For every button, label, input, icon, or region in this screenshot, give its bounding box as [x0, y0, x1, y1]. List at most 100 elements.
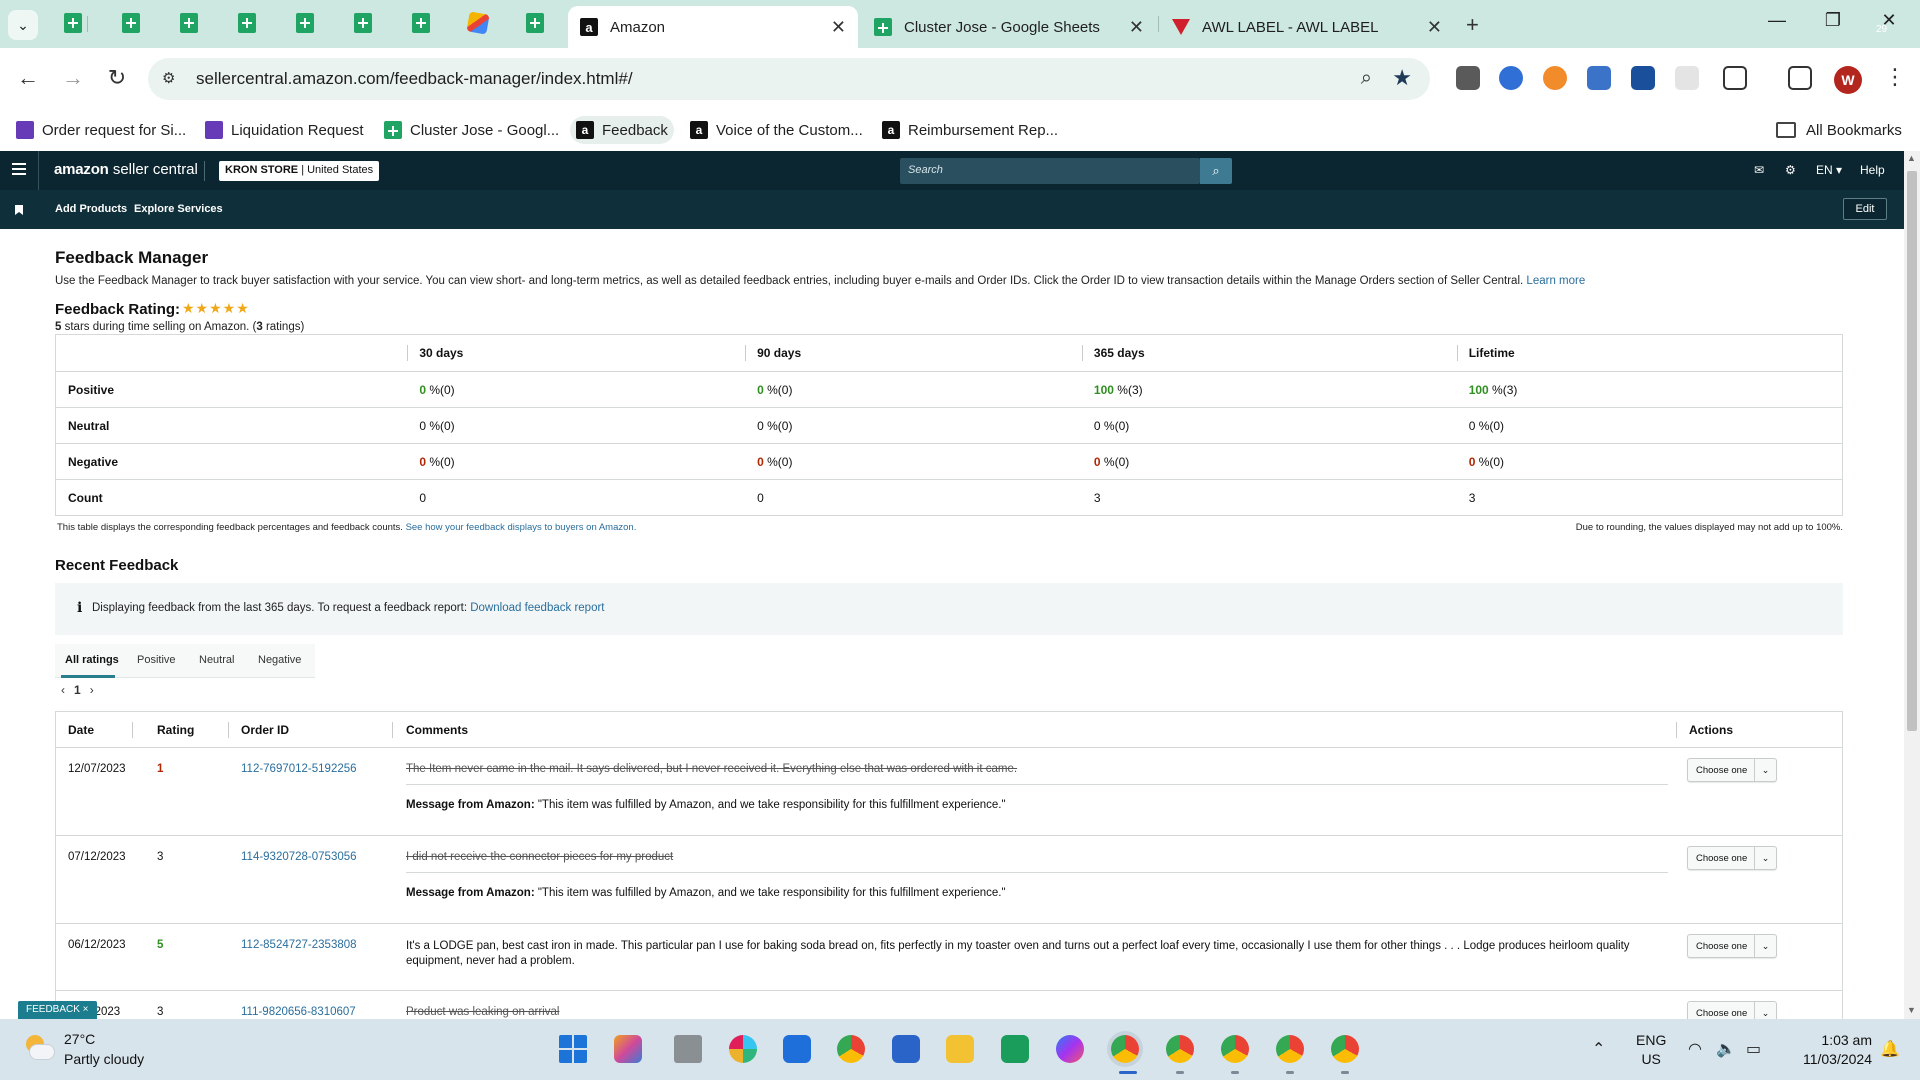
chevron-down-icon[interactable]: ⌄	[1754, 935, 1776, 957]
nav-explore-services[interactable]: Explore Services	[134, 203, 223, 215]
side-panel-icon[interactable]	[1788, 66, 1812, 90]
bookmark-cluster-jose[interactable]: Cluster Jose - Googl...	[378, 116, 565, 144]
bookmark-order-request[interactable]: Order request for Si...	[10, 116, 192, 144]
close-tab-icon[interactable]: ✕	[1427, 17, 1442, 38]
feedback-widget-tab[interactable]: FEEDBACK ×	[18, 1001, 97, 1019]
zoom-icon[interactable]: ⌕	[1361, 67, 1372, 90]
mail-icon[interactable]	[783, 1035, 811, 1063]
tab-amazon[interactable]: a Amazon ✕	[568, 6, 858, 48]
input-language[interactable]: ENG US	[1636, 1031, 1666, 1069]
tab-neutral[interactable]: Neutral	[199, 654, 234, 666]
scroll-down-arrow[interactable]: ▼	[1907, 1005, 1916, 1015]
pinned-tab-sheets-6[interactable]	[352, 12, 374, 34]
bookmark-flag-icon[interactable]	[15, 205, 23, 215]
chrome-profile-icon[interactable]	[1276, 1035, 1304, 1063]
bookmark-liquidation[interactable]: Liquidation Request	[199, 116, 370, 144]
chrome-profile-icon[interactable]	[1221, 1035, 1249, 1063]
chrome-profile-icon[interactable]	[1166, 1035, 1194, 1063]
seller-search-input[interactable]: Search	[900, 158, 1200, 184]
current-page[interactable]: 1	[74, 683, 81, 697]
hamburger-menu-icon[interactable]	[12, 163, 26, 175]
tab-search-dropdown[interactable]: ⌄	[8, 10, 38, 40]
restore-button[interactable]: ❐	[1810, 10, 1856, 31]
meet-icon[interactable]	[1001, 1035, 1029, 1063]
battery-icon[interactable]: ▭	[1746, 1039, 1761, 1059]
edit-nav-button[interactable]: Edit	[1843, 198, 1887, 220]
tab-positive[interactable]: Positive	[137, 654, 176, 666]
close-tab-icon[interactable]: ✕	[1129, 17, 1144, 38]
extensions-puzzle-icon[interactable]	[1723, 66, 1747, 90]
chevron-down-icon[interactable]: ⌄	[1754, 1002, 1776, 1019]
url-text[interactable]: sellercentral.amazon.com/feedback-manage…	[196, 69, 633, 89]
actions-dropdown[interactable]: Choose one ⌄	[1687, 1001, 1777, 1019]
scroll-up-arrow[interactable]: ▲	[1907, 153, 1916, 163]
prev-page-icon[interactable]: ‹	[61, 683, 65, 697]
notifications-icon[interactable]: 🔔	[1880, 1039, 1900, 1059]
chevron-down-icon[interactable]: ⌄	[1754, 847, 1776, 869]
pinned-tab-sheets-1[interactable]	[62, 12, 84, 34]
windows-start-icon[interactable]	[559, 1035, 587, 1063]
all-bookmarks-button[interactable]: All Bookmarks	[1776, 116, 1902, 144]
new-tab-button[interactable]: +	[1466, 12, 1479, 38]
copilot-icon[interactable]	[614, 1035, 642, 1063]
chrome-profile-active-icon[interactable]	[1111, 1035, 1139, 1063]
chevron-down-icon[interactable]: ⌄	[1754, 759, 1776, 781]
reload-button[interactable]: ↻	[101, 62, 133, 94]
notepad-icon[interactable]	[892, 1035, 920, 1063]
weather-icon[interactable]	[22, 1031, 54, 1063]
extension-chat-icon[interactable]	[1631, 66, 1655, 90]
order-id-link[interactable]: 111-9820656-8310607	[241, 1006, 356, 1018]
forward-button[interactable]: →	[57, 62, 89, 94]
pinned-tab-sheets-2[interactable]	[120, 12, 142, 34]
mail-icon[interactable]: ✉	[1754, 163, 1764, 177]
file-explorer-icon[interactable]	[946, 1035, 974, 1063]
weather-condition[interactable]: Partly cloudy	[64, 1051, 144, 1067]
messenger-icon[interactable]	[1056, 1035, 1084, 1063]
actions-dropdown[interactable]: Choose one ⌄	[1687, 846, 1777, 870]
language-selector[interactable]: EN ▾	[1816, 163, 1842, 177]
search-icon[interactable]: ⌕	[1200, 158, 1232, 184]
nav-add-products[interactable]: Add Products	[55, 203, 127, 215]
page-scrollbar[interactable]: ▲ ▼	[1904, 151, 1920, 1019]
extension-orange-icon[interactable]	[1543, 66, 1567, 90]
tab-negative[interactable]: Negative	[258, 654, 301, 666]
tab-cluster-jose[interactable]: Cluster Jose - Google Sheets ✕	[862, 6, 1156, 48]
site-info-icon[interactable]: ⚙	[162, 69, 182, 89]
extension-off-icon[interactable]	[1456, 66, 1480, 90]
pinned-tab-sheets-4[interactable]	[236, 12, 258, 34]
next-page-icon[interactable]: ›	[90, 683, 94, 697]
help-link[interactable]: Help	[1860, 163, 1885, 177]
bookmark-star-icon[interactable]: ★	[1392, 65, 1412, 91]
tab-awl-label[interactable]: AWL LABEL - AWL LABEL ✕	[1160, 6, 1454, 48]
minimize-button[interactable]: —	[1754, 10, 1800, 31]
actions-dropdown[interactable]: Choose one ⌄	[1687, 934, 1777, 958]
order-id-link[interactable]: 112-7697012-5192256	[241, 763, 357, 775]
close-window-button[interactable]: ✕	[1866, 10, 1912, 31]
seller-central-logo[interactable]: amazon seller central	[54, 161, 198, 178]
chrome-profile-icon[interactable]	[1331, 1035, 1359, 1063]
learn-more-link[interactable]: Learn more	[1526, 275, 1585, 287]
address-bar[interactable]: ⚙ sellercentral.amazon.com/feedback-mana…	[148, 58, 1430, 100]
weather-temp[interactable]: 27°C	[64, 1031, 95, 1047]
order-id-link[interactable]: 114-9320728-0753056	[241, 851, 357, 863]
bookmark-feedback[interactable]: a Feedback	[570, 116, 674, 144]
chrome-icon[interactable]	[837, 1035, 865, 1063]
order-id-link[interactable]: 112-8524727-2353808	[241, 939, 357, 951]
feedback-display-link[interactable]: See how your feedback displays to buyers…	[406, 522, 637, 533]
download-report-link[interactable]: Download feedback report	[470, 602, 604, 614]
extension-blue-icon[interactable]	[1499, 66, 1523, 90]
system-clock[interactable]: 1:03 am 11/03/2024	[1786, 1031, 1872, 1069]
bookmark-reimbursement[interactable]: a Reimbursement Rep...	[876, 116, 1064, 144]
actions-dropdown[interactable]: Choose one ⌄	[1687, 758, 1777, 782]
show-hidden-icons-icon[interactable]: ⌃	[1592, 1039, 1605, 1059]
pinned-tab-sheets-3[interactable]	[178, 12, 200, 34]
volume-icon[interactable]: 🔈	[1716, 1039, 1736, 1059]
task-view-icon[interactable]	[674, 1035, 702, 1063]
settings-gear-icon[interactable]: ⚙	[1785, 163, 1796, 177]
browser-menu-icon[interactable]: ⋮	[1884, 64, 1906, 90]
profile-avatar[interactable]: W	[1834, 66, 1862, 94]
pinned-tab-sheets-8[interactable]	[524, 12, 546, 34]
pinned-tab-pencil[interactable]	[466, 11, 490, 35]
close-tab-icon[interactable]: ✕	[831, 17, 846, 38]
pinned-tab-sheets-5[interactable]	[294, 12, 316, 34]
